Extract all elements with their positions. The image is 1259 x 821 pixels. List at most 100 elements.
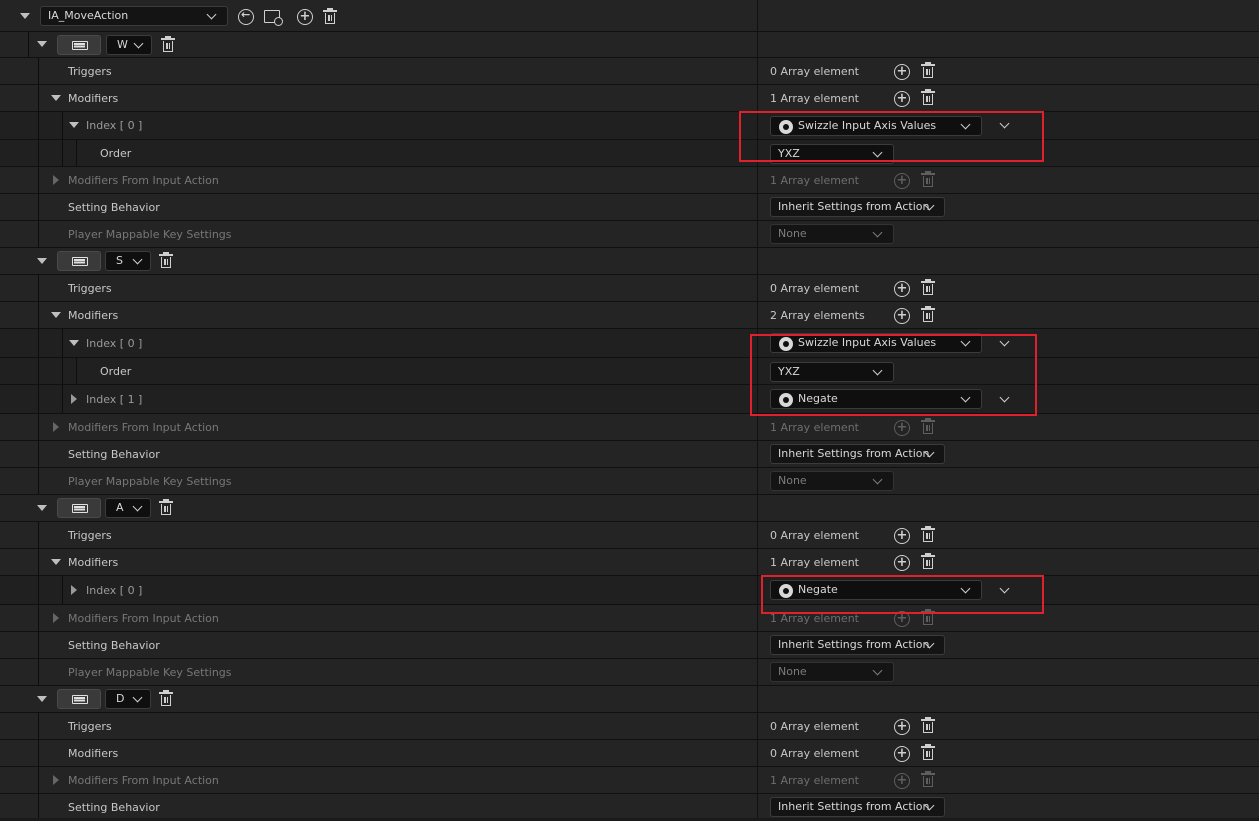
- modifiers-from-action-row: Modifiers From Input Action 1 Array elem…: [0, 605, 1259, 632]
- key-selector[interactable]: S: [105, 251, 151, 271]
- expand-options-icon[interactable]: [999, 118, 1010, 129]
- clear-elements-icon[interactable]: [921, 553, 935, 570]
- add-element-icon[interactable]: +: [894, 281, 910, 297]
- expand-options-icon[interactable]: [999, 583, 1010, 594]
- clear-elements-icon: [921, 171, 935, 188]
- triggers-row: Triggers 0 Array element +: [0, 58, 1259, 85]
- setting-behavior-row: Setting Behavior Inherit Settings from A…: [0, 794, 1259, 818]
- clear-elements-icon[interactable]: [921, 62, 935, 79]
- keyboard-key-button[interactable]: [57, 689, 101, 709]
- player-mappable-selector: None: [770, 224, 894, 244]
- modifier-icon: [779, 393, 793, 407]
- array-count: 0 Array element: [770, 747, 859, 760]
- add-icon[interactable]: +: [297, 9, 313, 25]
- triggers-row: Triggers 0 Array element +: [0, 275, 1259, 302]
- modifiers-row: Modifiers 1 Array element +: [0, 85, 1259, 112]
- player-mappable-value: None: [778, 474, 807, 487]
- chevron-down-icon: [206, 9, 217, 20]
- add-element-icon[interactable]: +: [894, 555, 910, 571]
- setting-behavior-selector[interactable]: Inherit Settings from Action: [770, 444, 945, 464]
- clear-elements-icon[interactable]: [921, 279, 935, 296]
- triggers-label: Triggers: [68, 529, 112, 542]
- delete-icon[interactable]: [161, 36, 175, 53]
- modifier-index-row: Index [ 0 ] Negate: [0, 576, 1259, 605]
- collapse-arrow-icon[interactable]: [20, 13, 30, 19]
- setting-behavior-selector[interactable]: Inherit Settings from Action: [770, 635, 945, 655]
- array-count: 0 Array element: [770, 529, 859, 542]
- delete-icon[interactable]: [159, 252, 173, 269]
- collapse-arrow-icon[interactable]: [69, 340, 79, 346]
- expand-arrow-icon[interactable]: [71, 585, 77, 595]
- clear-elements-icon[interactable]: [921, 89, 935, 106]
- triggers-row: Triggers 0 Array element +: [0, 522, 1259, 549]
- array-count: 0 Array element: [770, 282, 859, 295]
- keyboard-key-button[interactable]: [57, 251, 101, 271]
- order-row: Order YXZ: [0, 358, 1259, 385]
- collapse-arrow-icon[interactable]: [37, 258, 47, 264]
- add-element-icon[interactable]: +: [894, 91, 910, 107]
- key-selector[interactable]: W: [106, 35, 152, 55]
- order-selector[interactable]: YXZ: [770, 144, 894, 164]
- expand-arrow-icon[interactable]: [71, 394, 77, 404]
- modifier-class-selector[interactable]: Swizzle Input Axis Values: [770, 333, 982, 353]
- collapse-arrow-icon[interactable]: [37, 41, 47, 47]
- player-mappable-label: Player Mappable Key Settings: [68, 475, 232, 488]
- expand-arrow-icon[interactable]: [53, 175, 59, 185]
- chevron-down-icon: [872, 365, 883, 376]
- modifiers-from-action-label: Modifiers From Input Action: [68, 421, 219, 434]
- delete-icon[interactable]: [159, 690, 173, 707]
- modifier-icon: [779, 120, 793, 134]
- collapse-arrow-icon[interactable]: [37, 696, 47, 702]
- add-element-icon[interactable]: +: [894, 528, 910, 544]
- modifier-index-row: Index [ 1 ] Negate: [0, 385, 1259, 414]
- clear-elements-icon[interactable]: [921, 526, 935, 543]
- expand-arrow-icon[interactable]: [53, 613, 59, 623]
- order-label: Order: [100, 147, 132, 160]
- player-mappable-row: Player Mappable Key Settings None: [0, 659, 1259, 686]
- chevron-down-icon: [960, 583, 971, 594]
- clear-elements-icon[interactable]: [921, 717, 935, 734]
- browse-back-icon[interactable]: [238, 8, 254, 25]
- modifier-class-selector[interactable]: Negate: [770, 389, 982, 409]
- modifier-index-row: Index [ 0 ] Swizzle Input Axis Values: [0, 112, 1259, 140]
- expand-arrow-icon[interactable]: [53, 775, 59, 785]
- clear-elements-icon[interactable]: [921, 306, 935, 323]
- expand-options-icon[interactable]: [999, 336, 1010, 347]
- setting-behavior-value: Inherit Settings from Action: [778, 800, 930, 813]
- mapping-header-d: D: [0, 686, 1259, 713]
- key-value: W: [117, 38, 128, 51]
- key-selector[interactable]: D: [105, 689, 151, 709]
- collapse-arrow-icon[interactable]: [51, 559, 61, 565]
- browse-folder-icon[interactable]: [264, 10, 283, 26]
- collapse-arrow-icon[interactable]: [51, 95, 61, 101]
- delete-icon[interactable]: [323, 8, 337, 25]
- clear-elements-icon: [921, 609, 935, 626]
- setting-behavior-selector[interactable]: Inherit Settings from Action: [770, 197, 945, 217]
- delete-icon[interactable]: [159, 499, 173, 516]
- setting-behavior-label: Setting Behavior: [68, 201, 160, 214]
- collapse-arrow-icon[interactable]: [51, 312, 61, 318]
- keyboard-icon: [72, 695, 88, 704]
- setting-behavior-label: Setting Behavior: [68, 448, 160, 461]
- modifier-class-selector[interactable]: Negate: [770, 580, 982, 600]
- collapse-arrow-icon[interactable]: [37, 505, 47, 511]
- add-element-icon[interactable]: +: [894, 746, 910, 762]
- add-element-icon[interactable]: +: [894, 719, 910, 735]
- modifier-class-selector[interactable]: Swizzle Input Axis Values: [770, 116, 982, 136]
- add-element-icon[interactable]: +: [894, 64, 910, 80]
- keyboard-key-button[interactable]: [57, 498, 101, 518]
- array-count: 0 Array element: [770, 720, 859, 733]
- order-value: YXZ: [778, 147, 800, 160]
- keyboard-key-button[interactable]: [57, 35, 101, 55]
- expand-arrow-icon[interactable]: [53, 422, 59, 432]
- clear-elements-icon[interactable]: [921, 744, 935, 761]
- expand-options-icon[interactable]: [999, 392, 1010, 403]
- order-selector[interactable]: YXZ: [770, 362, 894, 382]
- key-selector[interactable]: A: [105, 498, 151, 518]
- action-selector-value: IA_MoveAction: [48, 9, 129, 22]
- action-selector[interactable]: IA_MoveAction: [40, 6, 228, 26]
- setting-behavior-selector[interactable]: Inherit Settings from Action: [770, 797, 945, 817]
- modifiers-row: Modifiers 2 Array elements +: [0, 302, 1259, 329]
- add-element-icon[interactable]: +: [894, 308, 910, 324]
- collapse-arrow-icon[interactable]: [69, 122, 79, 128]
